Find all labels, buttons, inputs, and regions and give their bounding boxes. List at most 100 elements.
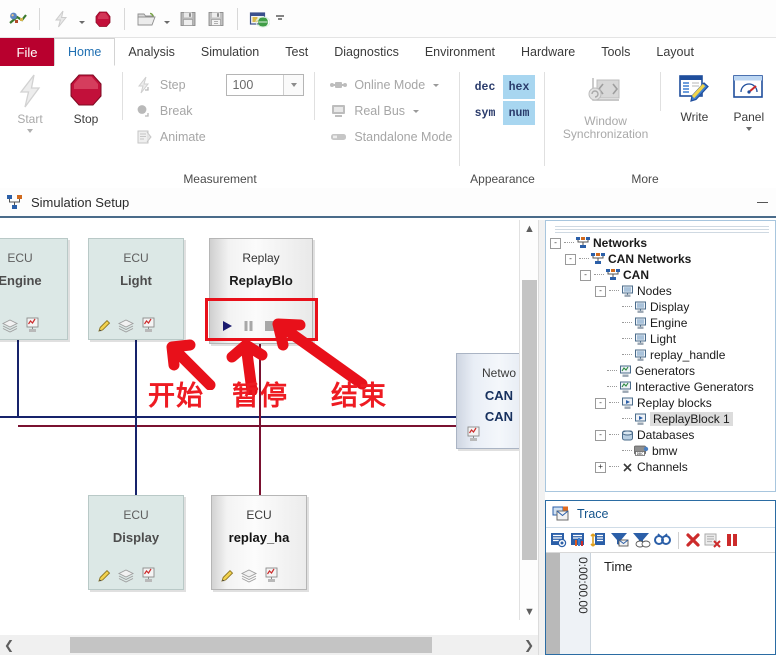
tree-item-replayblock-1[interactable]: ReplayBlock 1 — [550, 411, 773, 427]
bus-drop-replay-handle — [259, 425, 261, 497]
tab-diagnostics[interactable]: Diagnostics — [321, 38, 412, 66]
scroll-down-arrow-icon[interactable]: ▼ — [520, 603, 539, 620]
ecu-node-engine[interactable]: ECU Engine — [0, 238, 68, 340]
canvas-scroll-thumb[interactable] — [522, 280, 537, 560]
toggle-num[interactable]: num — [503, 101, 535, 125]
tree-item-replay-handle[interactable]: replay_handle — [550, 347, 773, 363]
tree-item-engine[interactable]: Engine — [550, 315, 773, 331]
network-tree[interactable]: - Networks - CAN Networks - CAN - Nodes Display E… — [550, 235, 773, 489]
tab-environment[interactable]: Environment — [412, 38, 508, 66]
tab-tools[interactable]: Tools — [588, 38, 643, 66]
customize-toolbar-icon[interactable] — [273, 5, 287, 33]
expand-icon[interactable]: + — [595, 461, 606, 473]
collapse-icon[interactable]: - — [595, 285, 606, 297]
collapse-icon[interactable]: - — [565, 253, 576, 265]
collapse-icon[interactable]: - — [595, 397, 606, 409]
open-dropdown-caret-icon[interactable] — [160, 5, 174, 33]
scroll-left-arrow-icon[interactable]: ❮ — [0, 635, 18, 655]
online-mode-caret-icon[interactable] — [433, 83, 440, 87]
panel-button[interactable]: Panel — [722, 66, 776, 141]
tree-item-display[interactable]: Display — [550, 299, 773, 315]
network-node-can[interactable]: Netwo CAN CAN — [456, 353, 519, 449]
break-button[interactable]: Break — [131, 98, 227, 124]
tree-item-interactive-generators[interactable]: Interactive Generators — [550, 379, 773, 395]
toggle-dec[interactable]: dec — [469, 75, 501, 99]
step-size-value[interactable]: 100 — [227, 78, 283, 92]
minimize-icon[interactable] — [757, 202, 768, 203]
tab-hardware[interactable]: Hardware — [508, 38, 588, 66]
canvas-vertical-scrollbar[interactable]: ▲ ▼ — [519, 220, 539, 620]
tree-item-replay-blocks[interactable]: - Replay blocks — [550, 395, 773, 411]
stop-filter-icon[interactable] — [632, 532, 651, 548]
app-logo-icon[interactable] — [4, 5, 32, 33]
statistics-icon[interactable] — [570, 532, 587, 548]
clear-icon[interactable] — [685, 532, 701, 548]
tab-home[interactable]: Home — [54, 38, 116, 66]
collapse-icon[interactable]: - — [550, 237, 561, 249]
toggle-sym[interactable]: sym — [469, 101, 501, 125]
canvas-horizontal-scrollbar[interactable]: ❮ ❯ — [0, 635, 538, 655]
ecu-node-replay-handle[interactable]: ECU replay_ha — [211, 495, 307, 590]
real-bus-button[interactable]: Real Bus — [325, 98, 460, 124]
node-icon — [634, 349, 647, 362]
trace-config-icon[interactable] — [550, 532, 567, 548]
save-configuration-icon[interactable] — [174, 5, 202, 33]
step-size-dropdown-icon[interactable] — [283, 75, 304, 95]
bus-drop-engine — [17, 340, 19, 418]
simulation-setup-canvas[interactable]: ECU Engine ECU Light Replay ReplayBlo Ne… — [0, 220, 519, 635]
tree-item-bmw[interactable]: DBC bmw — [550, 443, 773, 459]
online-mode-button[interactable]: Online Mode — [325, 72, 460, 98]
start-button[interactable]: Start — [2, 66, 58, 150]
expand-rows-icon[interactable] — [590, 532, 607, 548]
panel-caret-icon[interactable] — [745, 127, 752, 131]
start-dropdown-caret-icon[interactable] — [75, 5, 89, 33]
start-caret-icon[interactable] — [27, 129, 33, 133]
ecu-node-light[interactable]: ECU Light — [88, 238, 184, 340]
tree-item-can[interactable]: - CAN — [550, 267, 773, 283]
scroll-up-arrow-icon[interactable]: ▲ — [520, 220, 539, 237]
open-folder-globe-icon[interactable] — [245, 5, 273, 33]
tree-item-can-networks[interactable]: - CAN Networks — [550, 251, 773, 267]
tree-grip-bar[interactable] — [549, 224, 775, 233]
tree-item-generators[interactable]: Generators — [550, 363, 773, 379]
step-button[interactable]: Step — [131, 72, 227, 98]
open-configuration-icon[interactable] — [132, 5, 160, 33]
step-size-spinner[interactable]: 100 — [226, 74, 305, 96]
tab-analysis[interactable]: Analysis — [115, 38, 188, 66]
stop-button[interactable]: Stop — [58, 66, 114, 150]
ecu-node-display[interactable]: ECU Display — [88, 495, 184, 590]
real-bus-caret-icon[interactable] — [413, 109, 420, 113]
pause-trace-icon[interactable] — [725, 532, 739, 548]
collapse-icon[interactable]: - — [580, 269, 591, 281]
tree-item-channels[interactable]: + Channels — [550, 459, 773, 475]
trace-panel[interactable]: Trace 0:00:00.00 Time — [545, 500, 776, 655]
start-measurement-icon[interactable] — [47, 5, 75, 33]
tab-file[interactable]: File — [0, 38, 54, 66]
collapse-icon[interactable]: - — [595, 429, 606, 441]
toggle-hex[interactable]: hex — [503, 75, 535, 99]
animate-button[interactable]: Animate — [131, 124, 227, 150]
tab-test[interactable]: Test — [272, 38, 321, 66]
stop-measurement-icon[interactable] — [89, 5, 117, 33]
clear-filtered-icon[interactable] — [704, 532, 722, 548]
window-synchronization-button[interactable]: Window Synchronization — [557, 66, 654, 141]
group-title-appearance: Appearance — [470, 172, 535, 186]
trace-body[interactable]: 0:00:00.00 Time — [546, 553, 775, 654]
tree-item-databases[interactable]: - Databases — [550, 427, 773, 443]
simulation-tree-panel[interactable]: - Networks - CAN Networks - CAN - Nodes Display E… — [545, 220, 776, 492]
tree-item-light[interactable]: Light — [550, 331, 773, 347]
node-icon — [634, 333, 647, 346]
canvas-hscroll-thumb[interactable] — [70, 637, 432, 653]
replay-block-kind: Replay — [242, 251, 280, 265]
tree-item-nodes[interactable]: - Nodes — [550, 283, 773, 299]
scroll-right-arrow-icon[interactable]: ❯ — [520, 635, 538, 655]
find-icon[interactable] — [654, 532, 672, 548]
tree-item-networks[interactable]: - Networks — [550, 235, 773, 251]
tab-simulation[interactable]: Simulation — [188, 38, 272, 66]
filter-icon[interactable] — [610, 532, 629, 548]
write-button[interactable]: Write — [667, 66, 721, 141]
save-as-icon[interactable] — [202, 5, 230, 33]
standalone-mode-button[interactable]: Standalone Mode — [325, 124, 460, 150]
tab-layout[interactable]: Layout — [643, 38, 707, 66]
